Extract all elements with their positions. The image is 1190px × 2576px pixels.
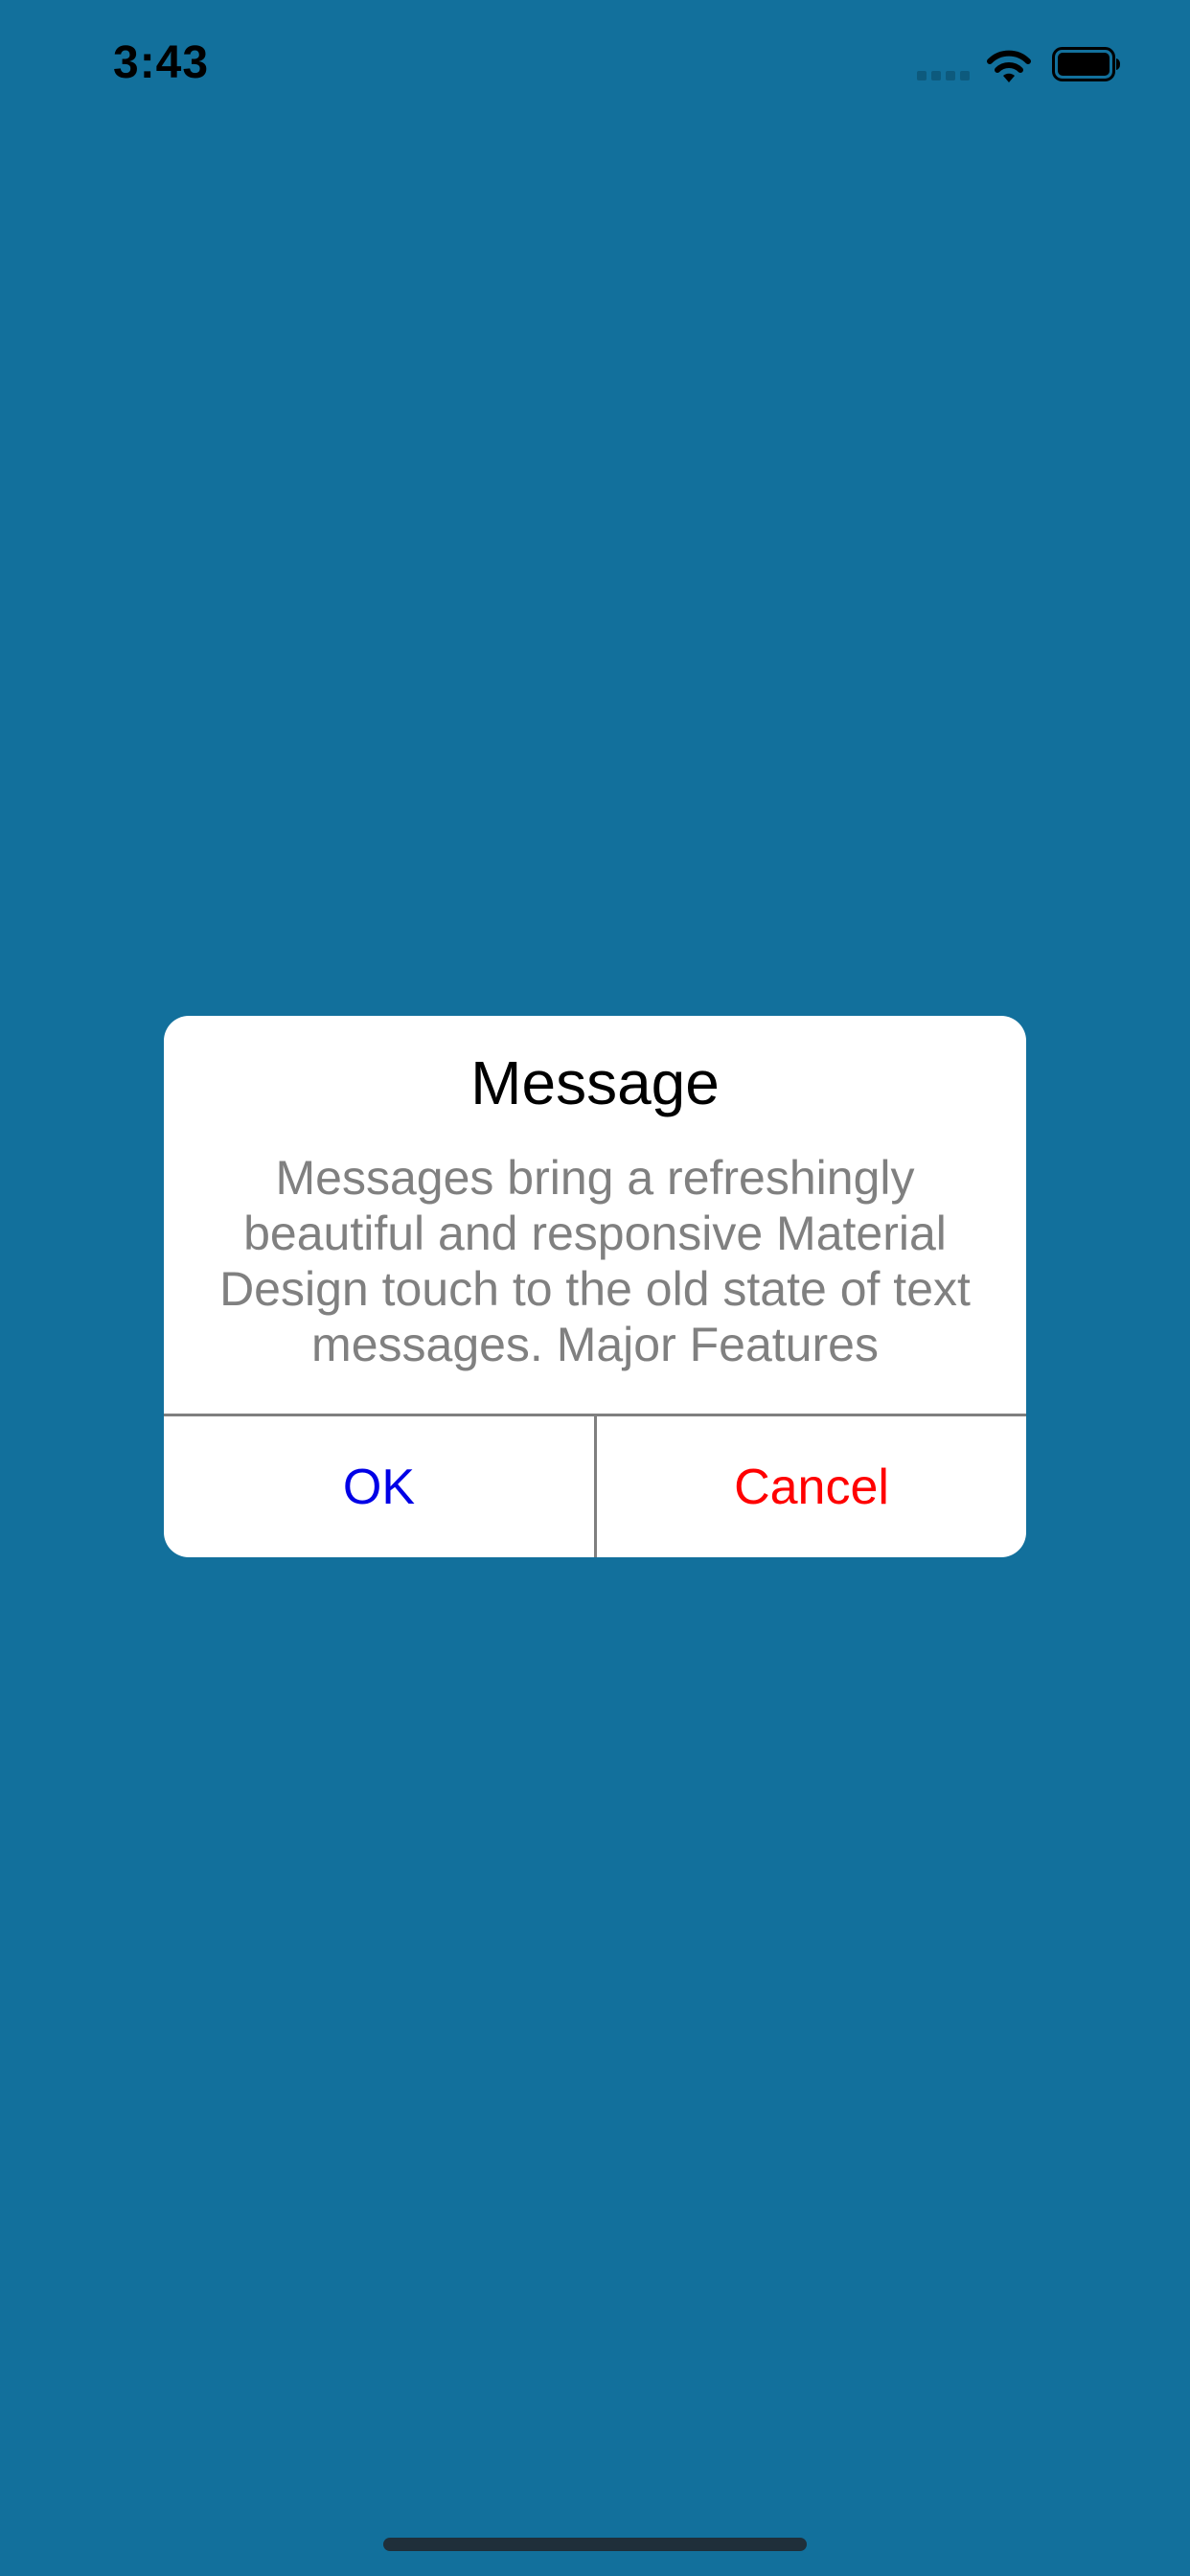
alert-dialog: Message Messages bring a refreshingly be… [164,1016,1026,1557]
wifi-icon [987,50,1031,82]
home-indicator[interactable] [383,2538,807,2551]
dialog-title: Message [470,1048,720,1117]
ok-button[interactable]: OK [164,1416,594,1557]
cancel-button[interactable]: Cancel [597,1416,1026,1557]
dialog-message: Messages bring a refreshingly beautiful … [219,1151,971,1371]
status-bar: 3:43 [0,0,1190,126]
battery-icon [1052,47,1120,81]
cellular-signal-icon [917,71,971,80]
status-time: 3:43 [113,37,210,88]
